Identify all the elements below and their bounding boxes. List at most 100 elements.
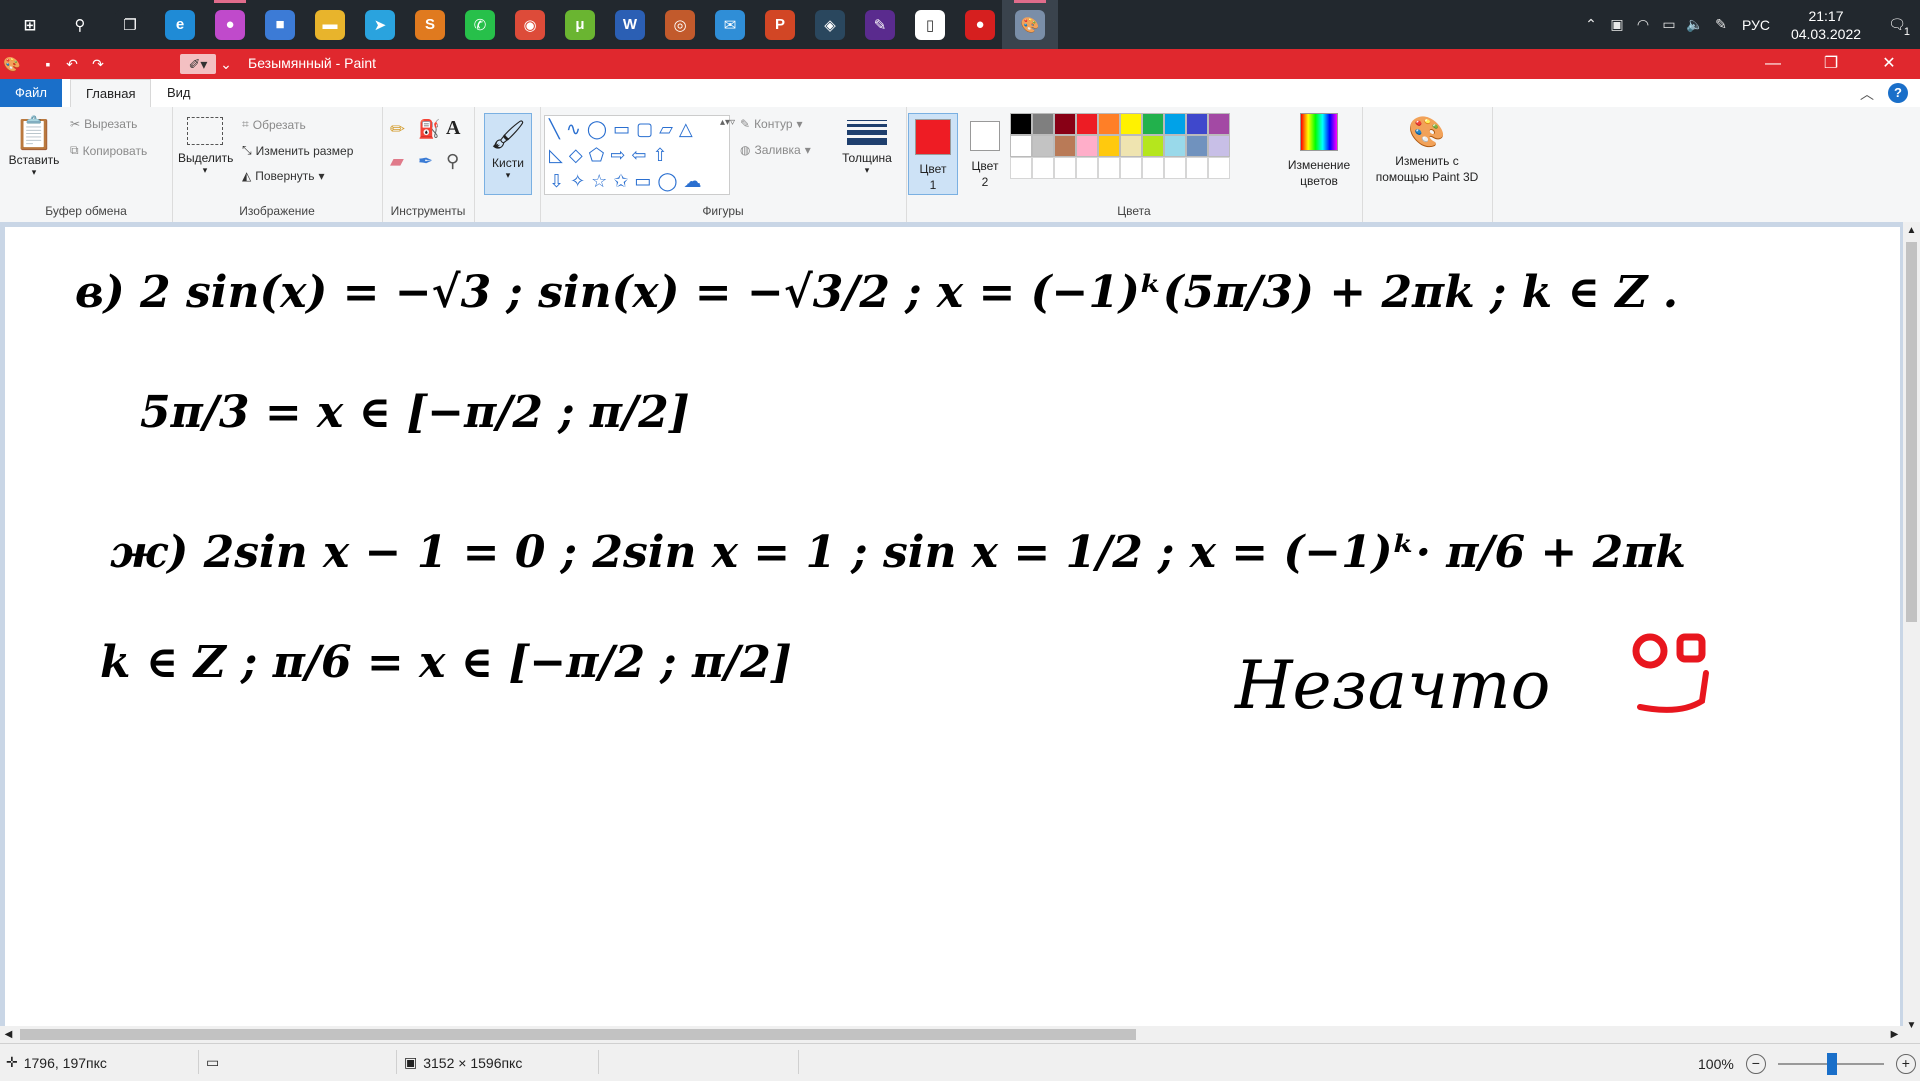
help-icon[interactable]: ? bbox=[1888, 83, 1908, 103]
palette-swatch[interactable] bbox=[1142, 157, 1164, 179]
palette-swatch[interactable] bbox=[1120, 113, 1142, 135]
taskbar-app-store[interactable]: ■ bbox=[252, 0, 308, 49]
gallery-scroll-icon[interactable]: ▴▾▿ bbox=[720, 117, 735, 128]
close-button[interactable]: ✕ bbox=[1860, 49, 1918, 79]
palette-swatch[interactable] bbox=[1054, 135, 1076, 157]
palette-swatch[interactable] bbox=[1120, 135, 1142, 157]
zoom-in-button[interactable]: + bbox=[1895, 1054, 1916, 1074]
taskbar-app-edge[interactable]: e bbox=[152, 0, 208, 49]
palette-swatch[interactable] bbox=[1098, 135, 1120, 157]
restore-button[interactable]: ❐ bbox=[1802, 49, 1860, 79]
wifi-icon[interactable]: ◠ bbox=[1630, 16, 1656, 33]
palette-swatch[interactable] bbox=[1076, 157, 1098, 179]
taskbar-app-explorer[interactable]: ▬ bbox=[302, 0, 358, 49]
paint3d-button[interactable]: 🎨 Изменить с помощью Paint 3D bbox=[1366, 113, 1488, 185]
palette-swatch[interactable] bbox=[1142, 135, 1164, 157]
tab-home[interactable]: Главная bbox=[70, 79, 152, 108]
color1-button[interactable]: Цвет 1 bbox=[908, 113, 958, 195]
volume-icon[interactable]: 🔈 bbox=[1682, 16, 1708, 33]
palette-swatch[interactable] bbox=[1010, 113, 1032, 135]
palette-swatch[interactable] bbox=[1164, 113, 1186, 135]
taskbar-app-telegram[interactable]: ➤ bbox=[352, 0, 408, 49]
drawing-canvas[interactable]: в) 2 sin(x) = −√3 ; sin(x) = −√3/2 ; x =… bbox=[5, 227, 1900, 1027]
taskbar-app-document[interactable]: ▯ bbox=[902, 0, 958, 49]
rotate-button[interactable]: ◭ Повернуть ▾ bbox=[242, 169, 325, 183]
palette-swatch[interactable] bbox=[1164, 135, 1186, 157]
taskbar-app-powerpoint[interactable]: P bbox=[752, 0, 808, 49]
palette-swatch[interactable] bbox=[1010, 135, 1032, 157]
shapes-gallery[interactable]: ╲∿◯▭▢▱△ ◺◇⬠⇨⇦⇧ ⇩✧☆✩▭◯☁ bbox=[544, 115, 730, 195]
vertical-scroll-thumb[interactable] bbox=[1906, 242, 1917, 622]
crop-button[interactable]: ⌗ Обрезать bbox=[242, 117, 306, 132]
color2-button[interactable]: Цвет 2 bbox=[962, 113, 1008, 195]
palette-swatch[interactable] bbox=[1032, 135, 1054, 157]
taskbar-app-start[interactable]: ⊞ bbox=[2, 0, 58, 49]
palette-swatch[interactable] bbox=[1032, 157, 1054, 179]
resize-button[interactable]: ⤡ Изменить размер bbox=[242, 143, 353, 158]
zoom-out-button[interactable]: − bbox=[1745, 1054, 1766, 1074]
palette-swatch[interactable] bbox=[1208, 113, 1230, 135]
minimize-button[interactable]: — bbox=[1744, 49, 1802, 79]
taskbar-app-sublime[interactable]: S bbox=[402, 0, 458, 49]
palette-swatch[interactable] bbox=[1186, 135, 1208, 157]
taskbar-app-steam[interactable]: ◈ bbox=[802, 0, 858, 49]
palette-swatch[interactable] bbox=[1186, 157, 1208, 179]
palette-swatch[interactable] bbox=[1208, 135, 1230, 157]
taskbar-app-media[interactable]: ◎ bbox=[652, 0, 708, 49]
palette-swatch[interactable] bbox=[1098, 113, 1120, 135]
scroll-up-icon[interactable]: ▲ bbox=[1903, 222, 1920, 239]
meet-icon[interactable]: ▣ bbox=[1604, 16, 1630, 33]
fill-button[interactable]: ◍ Заливка ▾ bbox=[740, 143, 811, 157]
taskbar-app-app-purple[interactable]: ✎ bbox=[852, 0, 908, 49]
customize-quick-access-icon[interactable]: ⌄ bbox=[216, 54, 236, 74]
eraser-icon[interactable]: ▰ bbox=[390, 151, 404, 172]
taskbar-app-word[interactable]: W bbox=[602, 0, 658, 49]
zoom-slider[interactable] bbox=[1777, 1053, 1884, 1075]
zoom-slider-thumb[interactable] bbox=[1826, 1053, 1837, 1075]
scroll-left-icon[interactable]: ◀ bbox=[0, 1026, 17, 1043]
language-indicator[interactable]: РУС bbox=[1734, 17, 1778, 33]
taskbar-app-whatsapp[interactable]: ✆ bbox=[452, 0, 508, 49]
taskbar-app-mail[interactable]: ✉ bbox=[702, 0, 758, 49]
cut-button[interactable]: ✂ Вырезать bbox=[70, 117, 137, 131]
undo-icon[interactable]: ↶ bbox=[62, 54, 82, 74]
palette-swatch[interactable] bbox=[1120, 157, 1142, 179]
save-icon[interactable]: ▪ bbox=[38, 54, 58, 74]
scroll-down-icon[interactable]: ▼ bbox=[1903, 1017, 1920, 1034]
pencil-icon[interactable]: ✏ bbox=[390, 119, 405, 140]
color-picker-icon[interactable]: ✒ bbox=[418, 151, 433, 172]
taskbar-app-search[interactable]: ⚲ bbox=[52, 0, 108, 49]
scroll-right-icon[interactable]: ▶ bbox=[1886, 1026, 1903, 1043]
quick-access-brush-icon[interactable]: ✐▾ bbox=[180, 54, 216, 74]
taskbar-app-paint-drop[interactable]: ● bbox=[202, 0, 258, 49]
collapse-ribbon-icon[interactable]: ︿ bbox=[1860, 84, 1874, 104]
palette-swatch[interactable] bbox=[1032, 113, 1054, 135]
paste-button[interactable]: 📋 Вставить ▾ bbox=[4, 113, 64, 178]
redo-icon[interactable]: ↷ bbox=[88, 54, 108, 74]
palette-swatch[interactable] bbox=[1186, 113, 1208, 135]
size-button[interactable]: Толщина ▾ bbox=[834, 117, 900, 176]
vertical-scrollbar[interactable]: ▲ ▼ bbox=[1903, 222, 1920, 1034]
notification-button[interactable]: 🗨 1 bbox=[1874, 16, 1920, 38]
palette-swatch[interactable] bbox=[1076, 135, 1098, 157]
magnifier-icon[interactable]: ⚲ bbox=[446, 151, 459, 172]
clock[interactable]: 21:17 04.03.2022 bbox=[1778, 7, 1874, 43]
pen-icon[interactable]: ✎ bbox=[1708, 16, 1734, 33]
tab-file[interactable]: Файл bbox=[0, 79, 62, 107]
palette-swatch[interactable] bbox=[1054, 157, 1076, 179]
palette-swatch[interactable] bbox=[1098, 157, 1120, 179]
text-icon[interactable]: A bbox=[446, 117, 460, 140]
outline-button[interactable]: ✎ Контур ▾ bbox=[740, 117, 803, 131]
paint-app-icon[interactable]: 🎨 bbox=[2, 54, 22, 74]
palette-swatch[interactable] bbox=[1208, 157, 1230, 179]
battery-icon[interactable]: ▭ bbox=[1656, 16, 1682, 33]
taskbar-app-recorder[interactable]: ● bbox=[952, 0, 1008, 49]
tab-view[interactable]: Вид bbox=[152, 79, 206, 107]
taskbar-app-paint[interactable]: 🎨 bbox=[1002, 0, 1058, 49]
chevron-up-icon[interactable]: ⌃ bbox=[1578, 16, 1604, 33]
select-button[interactable]: Выделить ▾ bbox=[178, 117, 233, 176]
horizontal-scrollbar[interactable]: ◀ ▶ bbox=[0, 1026, 1903, 1043]
palette-swatch[interactable] bbox=[1142, 113, 1164, 135]
taskbar-app-utorrent[interactable]: μ bbox=[552, 0, 608, 49]
palette-swatch[interactable] bbox=[1164, 157, 1186, 179]
